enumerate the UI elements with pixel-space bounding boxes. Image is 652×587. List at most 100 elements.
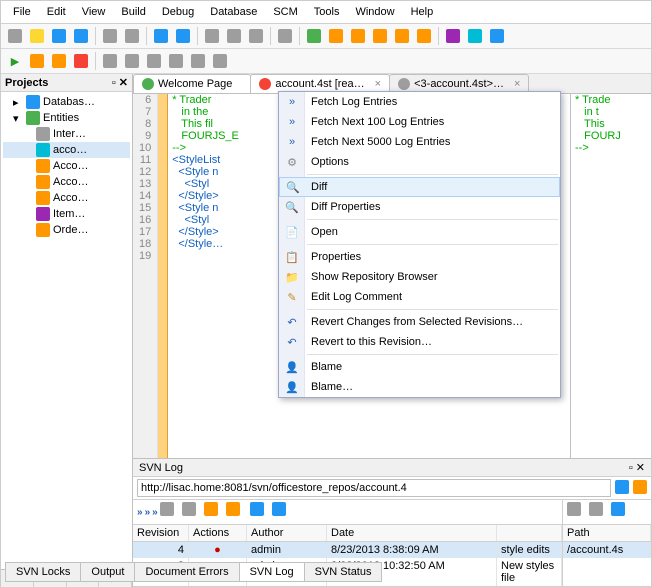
menu-scm[interactable]: SCM — [265, 3, 305, 21]
fetch-icon[interactable]: » — [137, 507, 143, 518]
col-revision[interactable]: Revision — [133, 525, 189, 541]
p3-icon[interactable] — [611, 502, 631, 522]
col-path[interactable]: Path — [563, 525, 651, 541]
ctx-blame-[interactable]: 👤Blame… — [279, 377, 560, 397]
tree-item[interactable]: ▸Databas… — [3, 94, 130, 110]
t2-icon[interactable] — [182, 502, 202, 522]
ctx-revert-changes-from-selected-revisions-[interactable]: ↶Revert Changes from Selected Revisions… — [279, 312, 560, 332]
ctx-diff-properties[interactable]: 🔍Diff Properties — [279, 197, 560, 217]
new-icon[interactable] — [5, 26, 25, 46]
svn-url-input[interactable] — [137, 479, 611, 497]
menu-help[interactable]: Help — [403, 3, 442, 21]
col-message[interactable] — [497, 525, 562, 541]
wiz3-icon[interactable] — [370, 26, 390, 46]
d6-icon[interactable] — [210, 51, 230, 71]
menu-edit[interactable]: Edit — [39, 3, 74, 21]
stop-icon[interactable] — [71, 51, 91, 71]
open-icon[interactable] — [27, 26, 47, 46]
tree-item[interactable]: acco… — [3, 142, 130, 158]
cut-icon[interactable] — [202, 26, 222, 46]
t5-icon[interactable] — [250, 502, 270, 522]
d4-icon[interactable] — [166, 51, 186, 71]
run-icon[interactable]: ▶ — [5, 51, 25, 71]
url-refresh-icon[interactable] — [633, 480, 647, 497]
wiz5-icon[interactable] — [414, 26, 434, 46]
ctx-properties[interactable]: 📋Properties — [279, 247, 560, 267]
code-area[interactable]: * Trader in the This fil FOURJS_E--><Sty… — [168, 94, 239, 458]
menu-file[interactable]: File — [5, 3, 39, 21]
d5-icon[interactable] — [188, 51, 208, 71]
url-go-icon[interactable] — [615, 480, 629, 497]
project-tree[interactable]: ▸Databas…▾EntitiesInter…acco…Acco…Acco…A… — [1, 92, 132, 569]
d2-icon[interactable] — [122, 51, 142, 71]
ctx-diff[interactable]: 🔍Diff — [279, 177, 560, 197]
print-icon[interactable] — [100, 26, 120, 46]
wiz1-icon[interactable] — [326, 26, 346, 46]
bottom-tab-document-errors[interactable]: Document Errors — [134, 562, 239, 582]
editor-right[interactable]: * Trade in t This FOURJ--> — [571, 94, 651, 458]
db2-icon[interactable] — [465, 26, 485, 46]
tree-item[interactable]: Acco… — [3, 158, 130, 174]
t4-icon[interactable] — [226, 502, 246, 522]
menu-debug[interactable]: Debug — [154, 3, 202, 21]
menu-tools[interactable]: Tools — [306, 3, 348, 21]
redo-icon[interactable] — [173, 26, 193, 46]
ctx-open[interactable]: 📄Open — [279, 222, 560, 242]
find-icon[interactable] — [275, 26, 295, 46]
db3-icon[interactable] — [487, 26, 507, 46]
save-icon[interactable] — [49, 26, 69, 46]
ctx-options[interactable]: ⚙Options — [279, 152, 560, 172]
menu-window[interactable]: Window — [347, 3, 402, 21]
t1-icon[interactable] — [160, 502, 180, 522]
tree-item[interactable]: Acco… — [3, 174, 130, 190]
paste-icon[interactable] — [246, 26, 266, 46]
d3-icon[interactable] — [144, 51, 164, 71]
ctx-edit-log-comment[interactable]: ✎Edit Log Comment — [279, 287, 560, 307]
panel-buttons[interactable]: ▫ ✕ — [629, 461, 645, 474]
bottom-tab-output[interactable]: Output — [80, 562, 135, 582]
t6-icon[interactable] — [272, 502, 292, 522]
editor-tab[interactable]: Welcome Page — [133, 74, 251, 93]
bottom-tab-svn-locks[interactable]: SVN Locks — [5, 562, 81, 582]
wiz2-icon[interactable] — [348, 26, 368, 46]
ctx-fetch-next-100-log-entries[interactable]: »Fetch Next 100 Log Entries — [279, 112, 560, 132]
db1-icon[interactable] — [443, 26, 463, 46]
fetch100-icon[interactable]: » — [145, 507, 151, 518]
revision-row[interactable]: 4●admin8/23/2013 8:38:09 AMstyle edits — [133, 542, 562, 558]
tree-item[interactable]: Acco… — [3, 190, 130, 206]
col-author[interactable]: Author — [247, 525, 327, 541]
wiz4-icon[interactable] — [392, 26, 412, 46]
menu-view[interactable]: View — [74, 3, 114, 21]
context-menu[interactable]: »Fetch Log Entries»Fetch Next 100 Log En… — [278, 91, 561, 398]
ctx-blame[interactable]: 👤Blame — [279, 357, 560, 377]
step-icon[interactable] — [49, 51, 69, 71]
col-date[interactable]: Date — [327, 525, 497, 541]
path-row[interactable]: /account.4s — [563, 542, 651, 558]
tree-item[interactable]: Item… — [3, 206, 130, 222]
menu-database[interactable]: Database — [202, 3, 265, 21]
tree-item[interactable]: Orde… — [3, 222, 130, 238]
bottom-tabs[interactable]: SVN LocksOutputDocument ErrorsSVN LogSVN… — [5, 562, 381, 582]
ctx-fetch-log-entries[interactable]: »Fetch Log Entries — [279, 92, 560, 112]
p1-icon[interactable] — [567, 502, 587, 522]
saveall-icon[interactable] — [71, 26, 91, 46]
ctx-revert-to-this-revision-[interactable]: ↶Revert to this Revision… — [279, 332, 560, 352]
tree-item[interactable]: ▾Entities — [3, 110, 130, 126]
p2-icon[interactable] — [589, 502, 609, 522]
tree-item[interactable]: Inter… — [3, 126, 130, 142]
ctx-show-repository-browser[interactable]: 📁Show Repository Browser — [279, 267, 560, 287]
ctx-fetch-next-5000-log-entries[interactable]: »Fetch Next 5000 Log Entries — [279, 132, 560, 152]
panel-buttons[interactable]: ▫ ✕ — [112, 76, 128, 89]
fetch5000-icon[interactable]: » — [152, 507, 158, 518]
debug-icon[interactable] — [27, 51, 47, 71]
d1-icon[interactable] — [100, 51, 120, 71]
preview-icon[interactable] — [122, 26, 142, 46]
menu-build[interactable]: Build — [113, 3, 153, 21]
t3-icon[interactable] — [204, 502, 224, 522]
undo-icon[interactable] — [151, 26, 171, 46]
col-actions[interactable]: Actions — [189, 525, 247, 541]
copy-icon[interactable] — [224, 26, 244, 46]
paths-grid[interactable]: /account.4s — [563, 542, 651, 558]
build-icon[interactable] — [304, 26, 324, 46]
bottom-tab-svn-log[interactable]: SVN Log — [239, 562, 305, 582]
